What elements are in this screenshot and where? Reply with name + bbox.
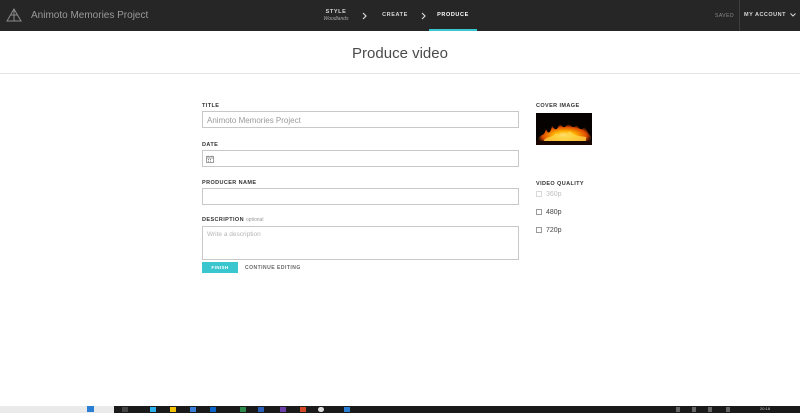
quality-option-480p[interactable]: 480p <box>536 209 562 216</box>
word-icon[interactable] <box>258 407 264 412</box>
producer-name-label: PRODUCER NAME <box>202 180 257 186</box>
step-style-label: STYLE <box>325 9 347 15</box>
chevron-right-icon <box>421 12 426 20</box>
page-title: Produce video <box>352 45 448 62</box>
animoto-logo-icon[interactable] <box>6 8 22 22</box>
divider <box>739 0 740 31</box>
checkbox[interactable] <box>536 209 542 216</box>
divider <box>0 73 800 74</box>
project-title[interactable]: Animoto Memories Project <box>31 10 148 21</box>
taskbar-search-area[interactable] <box>0 406 114 413</box>
step-produce-label: PRODUCE <box>437 12 469 18</box>
tray-icon[interactable] <box>676 407 680 412</box>
title-label: TITLE <box>202 103 220 109</box>
fire-image <box>536 113 592 145</box>
quality-option-720p[interactable]: 720p <box>536 227 562 234</box>
store-icon[interactable] <box>190 407 196 412</box>
chevron-down-icon <box>790 12 796 17</box>
title-input[interactable]: Animoto Memories Project <box>202 111 519 128</box>
top-bar: Animoto Memories Project STYLE Woodlands… <box>0 0 800 31</box>
network-icon[interactable] <box>692 407 696 412</box>
calendar-icon[interactable] <box>206 155 214 163</box>
cover-image-label: COVER IMAGE <box>536 103 580 109</box>
step-create-label: CREATE <box>382 12 408 18</box>
mail-icon[interactable] <box>210 407 216 412</box>
producer-name-input[interactable] <box>202 188 519 205</box>
optional-hint: optional <box>245 217 264 223</box>
step-create[interactable]: CREATE <box>380 0 410 31</box>
task-view-icon[interactable] <box>122 407 128 412</box>
description-label: DESCRIPTION optional <box>202 217 263 223</box>
battery-icon[interactable] <box>726 407 730 412</box>
description-textarea[interactable]: Write a description <box>202 226 519 260</box>
cover-image-thumbnail[interactable] <box>536 113 592 145</box>
onenote-icon[interactable] <box>280 407 286 412</box>
checkbox <box>536 191 542 198</box>
step-style-sub: Woodlands <box>323 16 349 22</box>
step-produce[interactable]: PRODUCE <box>429 0 477 31</box>
chevron-right-icon <box>362 12 367 20</box>
quality-label: 720p <box>546 227 562 234</box>
edge-icon[interactable] <box>150 407 156 412</box>
checkbox[interactable] <box>536 227 542 234</box>
date-input[interactable] <box>202 150 519 167</box>
date-label: DATE <box>202 142 219 148</box>
clock[interactable]: 20:18 <box>760 406 770 411</box>
my-account-menu[interactable]: MY ACCOUNT <box>744 12 796 18</box>
os-taskbar: 20:18 <box>0 406 800 413</box>
step-style[interactable]: STYLE Woodlands <box>318 0 354 31</box>
app-icon[interactable] <box>344 407 350 412</box>
volume-icon[interactable] <box>708 407 712 412</box>
finish-button[interactable]: FINISH <box>202 262 238 273</box>
quality-label: 480p <box>546 209 562 216</box>
cortana-icon[interactable] <box>87 406 94 412</box>
my-account-label: MY ACCOUNT <box>744 12 786 18</box>
quality-label: 360p <box>546 191 562 198</box>
excel-icon[interactable] <box>240 407 246 412</box>
description-label-text: DESCRIPTION <box>202 217 244 223</box>
chrome-icon[interactable] <box>318 407 324 412</box>
video-quality-label: VIDEO QUALITY <box>536 181 584 187</box>
active-step-indicator <box>429 29 477 31</box>
powerpoint-icon[interactable] <box>300 407 306 412</box>
quality-option-360p: 360p <box>536 191 562 198</box>
continue-editing-link[interactable]: CONTINUE EDITING <box>245 265 301 271</box>
file-explorer-icon[interactable] <box>170 407 176 412</box>
saved-status: SAVED <box>715 13 735 19</box>
